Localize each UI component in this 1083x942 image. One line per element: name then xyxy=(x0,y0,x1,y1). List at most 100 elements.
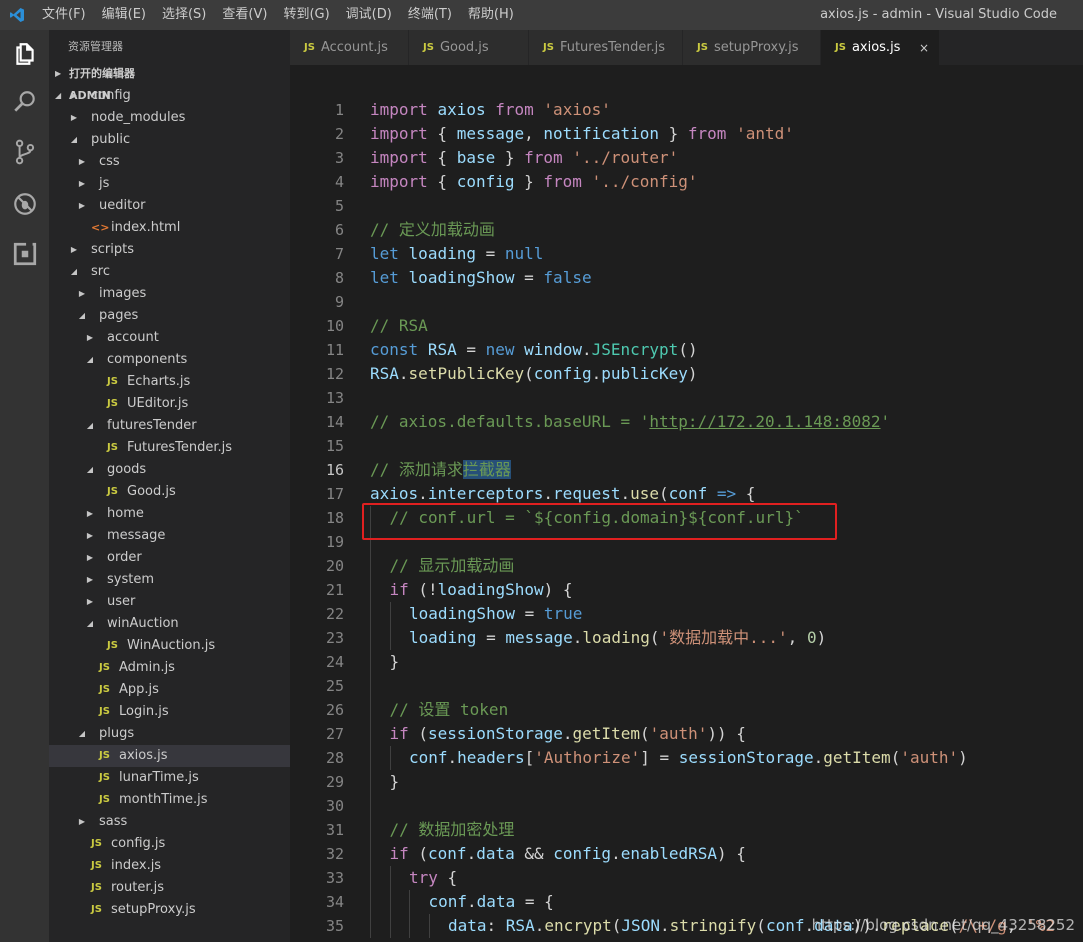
tree-folder[interactable]: ◢ pages xyxy=(49,305,290,327)
code-token: ) xyxy=(816,628,827,647)
tree-file[interactable]: JS Login.js xyxy=(49,701,290,723)
menu-item[interactable]: 编辑(E) xyxy=(94,0,154,30)
highlight-annotation-box xyxy=(362,503,837,540)
tree-file[interactable]: <> index.html xyxy=(49,217,290,239)
vscode-logo-icon xyxy=(0,0,34,30)
code-text: if (sessionStorage.getItem('auth')) { xyxy=(390,722,746,746)
code-token: && xyxy=(514,844,554,863)
indent-guide xyxy=(389,914,391,938)
tree-folder[interactable]: ◢ components xyxy=(49,349,290,371)
extensions-icon[interactable] xyxy=(0,230,49,278)
open-editors-header[interactable]: ▶ 打开的编辑器 xyxy=(49,63,290,85)
tree-file[interactable]: JS index.js xyxy=(49,855,290,877)
line-number: 5 xyxy=(334,197,344,215)
source-control-icon[interactable] xyxy=(0,128,49,176)
tree-file[interactable]: JS FuturesTender.js xyxy=(49,437,290,459)
search-icon[interactable] xyxy=(0,78,49,126)
line-number: 8 xyxy=(334,269,344,287)
editor-tab[interactable]: JS Good.js xyxy=(409,30,529,65)
tree-folder[interactable]: ▶ account xyxy=(49,327,290,349)
tree-folder[interactable]: ▶ system xyxy=(49,569,290,591)
tree-file[interactable]: JS lunarTime.js xyxy=(49,767,290,789)
code-token: true xyxy=(543,604,583,623)
open-editors-label: 打开的编辑器 xyxy=(69,67,135,80)
code-token: conf xyxy=(409,748,448,767)
tree-file[interactable]: JS App.js xyxy=(49,679,290,701)
line-number: 28 xyxy=(325,749,344,767)
tree-file[interactable]: JS axios.js xyxy=(49,745,290,767)
tree-folder[interactable]: ▶ config xyxy=(49,85,290,107)
tree-file[interactable]: JS UEditor.js xyxy=(49,393,290,415)
chevron-right-icon: ▶ xyxy=(78,179,86,188)
code-token: ( xyxy=(649,628,660,647)
debug-icon[interactable] xyxy=(0,180,49,228)
js-file-icon: JS xyxy=(107,640,118,651)
tree-file[interactable]: JS config.js xyxy=(49,833,290,855)
code-line: 13 xyxy=(290,386,1083,410)
menu-item[interactable]: 终端(T) xyxy=(400,0,460,30)
files-icon[interactable] xyxy=(0,30,49,78)
tree-folder[interactable]: ▶ js xyxy=(49,173,290,195)
code-token: // axios.defaults.baseURL = ' xyxy=(370,412,650,431)
tree-folder[interactable]: ▶ home xyxy=(49,503,290,525)
tree-folder[interactable]: ▶ ueditor xyxy=(49,195,290,217)
tree-folder[interactable]: ▶ scripts xyxy=(49,239,290,261)
tree-item-label: UEditor.js xyxy=(127,396,189,411)
tree-folder[interactable]: ◢ src xyxy=(49,261,290,283)
editor-tab[interactable]: JS setupProxy.js xyxy=(683,30,821,65)
tree-item-label: node_modules xyxy=(91,110,186,125)
tree-folder[interactable]: ▶ message xyxy=(49,525,290,547)
code-token: data xyxy=(476,844,515,863)
line-number: 7 xyxy=(334,245,344,263)
chevron-right-icon: ▶ xyxy=(70,245,78,254)
tree-folder[interactable]: ▶ user xyxy=(49,591,290,613)
tree-folder[interactable]: ◢ winAuction xyxy=(49,613,290,635)
tree-file[interactable]: JS monthTime.js xyxy=(49,789,290,811)
code-token: ( xyxy=(524,364,534,383)
tree-folder[interactable]: ▶ css xyxy=(49,151,290,173)
close-icon[interactable]: × xyxy=(919,41,929,55)
tree-folder[interactable]: ▶ sass xyxy=(49,811,290,833)
indent-guide xyxy=(370,818,371,842)
code-token: { xyxy=(437,868,458,887)
menu-item[interactable]: 选择(S) xyxy=(154,0,214,30)
tree-file[interactable]: JS setupProxy.js xyxy=(49,899,290,921)
tree-folder[interactable]: ◢ futuresTender xyxy=(49,415,290,437)
editor-tab[interactable]: JS axios.js × xyxy=(821,30,940,65)
html-file-icon: <> xyxy=(91,221,110,234)
chevron-right-icon: ▶ xyxy=(78,157,86,166)
editor-tab[interactable]: JS FuturesTender.js xyxy=(529,30,683,65)
tree-folder[interactable]: ◢ goods xyxy=(49,459,290,481)
tree-item-label: router.js xyxy=(111,880,165,895)
tree-file[interactable]: JS WinAuction.js xyxy=(49,635,290,657)
tree-file[interactable]: JS router.js xyxy=(49,877,290,899)
code-token: ] = xyxy=(640,748,679,767)
code-token: if xyxy=(389,844,409,863)
menu-item[interactable]: 调试(D) xyxy=(338,0,400,30)
code-token: // 数据加密处理 xyxy=(389,820,515,839)
tree-item-label: public xyxy=(91,132,131,147)
menu-item[interactable]: 帮助(H) xyxy=(460,0,522,30)
tree-folder[interactable]: ▶ node_modules xyxy=(49,107,290,129)
tree-folder[interactable]: ▶ order xyxy=(49,547,290,569)
code-token: 0 xyxy=(806,628,817,647)
tree-file[interactable]: JS Admin.js xyxy=(49,657,290,679)
editor-tab[interactable]: JS Account.js xyxy=(290,30,409,65)
menu-item[interactable]: 转到(G) xyxy=(275,0,337,30)
tree-folder[interactable]: ◢ plugs xyxy=(49,723,290,745)
tree-file[interactable]: JS Echarts.js xyxy=(49,371,290,393)
code-token: // 设置 token xyxy=(389,700,509,719)
tree-folder[interactable]: ▶ images xyxy=(49,283,290,305)
tab-label: axios.js xyxy=(851,40,901,55)
tree-folder[interactable]: ◢ public xyxy=(49,129,290,151)
menu-item[interactable]: 查看(V) xyxy=(214,0,275,30)
menu-item[interactable]: 文件(F) xyxy=(34,0,94,30)
code-token: RSA xyxy=(370,364,399,383)
code-line: 29} xyxy=(290,770,1083,794)
tree-file[interactable]: JS Good.js xyxy=(49,481,290,503)
code-token: loadingShow xyxy=(408,268,515,287)
code-line: 34 conf.data = { xyxy=(290,890,1083,914)
